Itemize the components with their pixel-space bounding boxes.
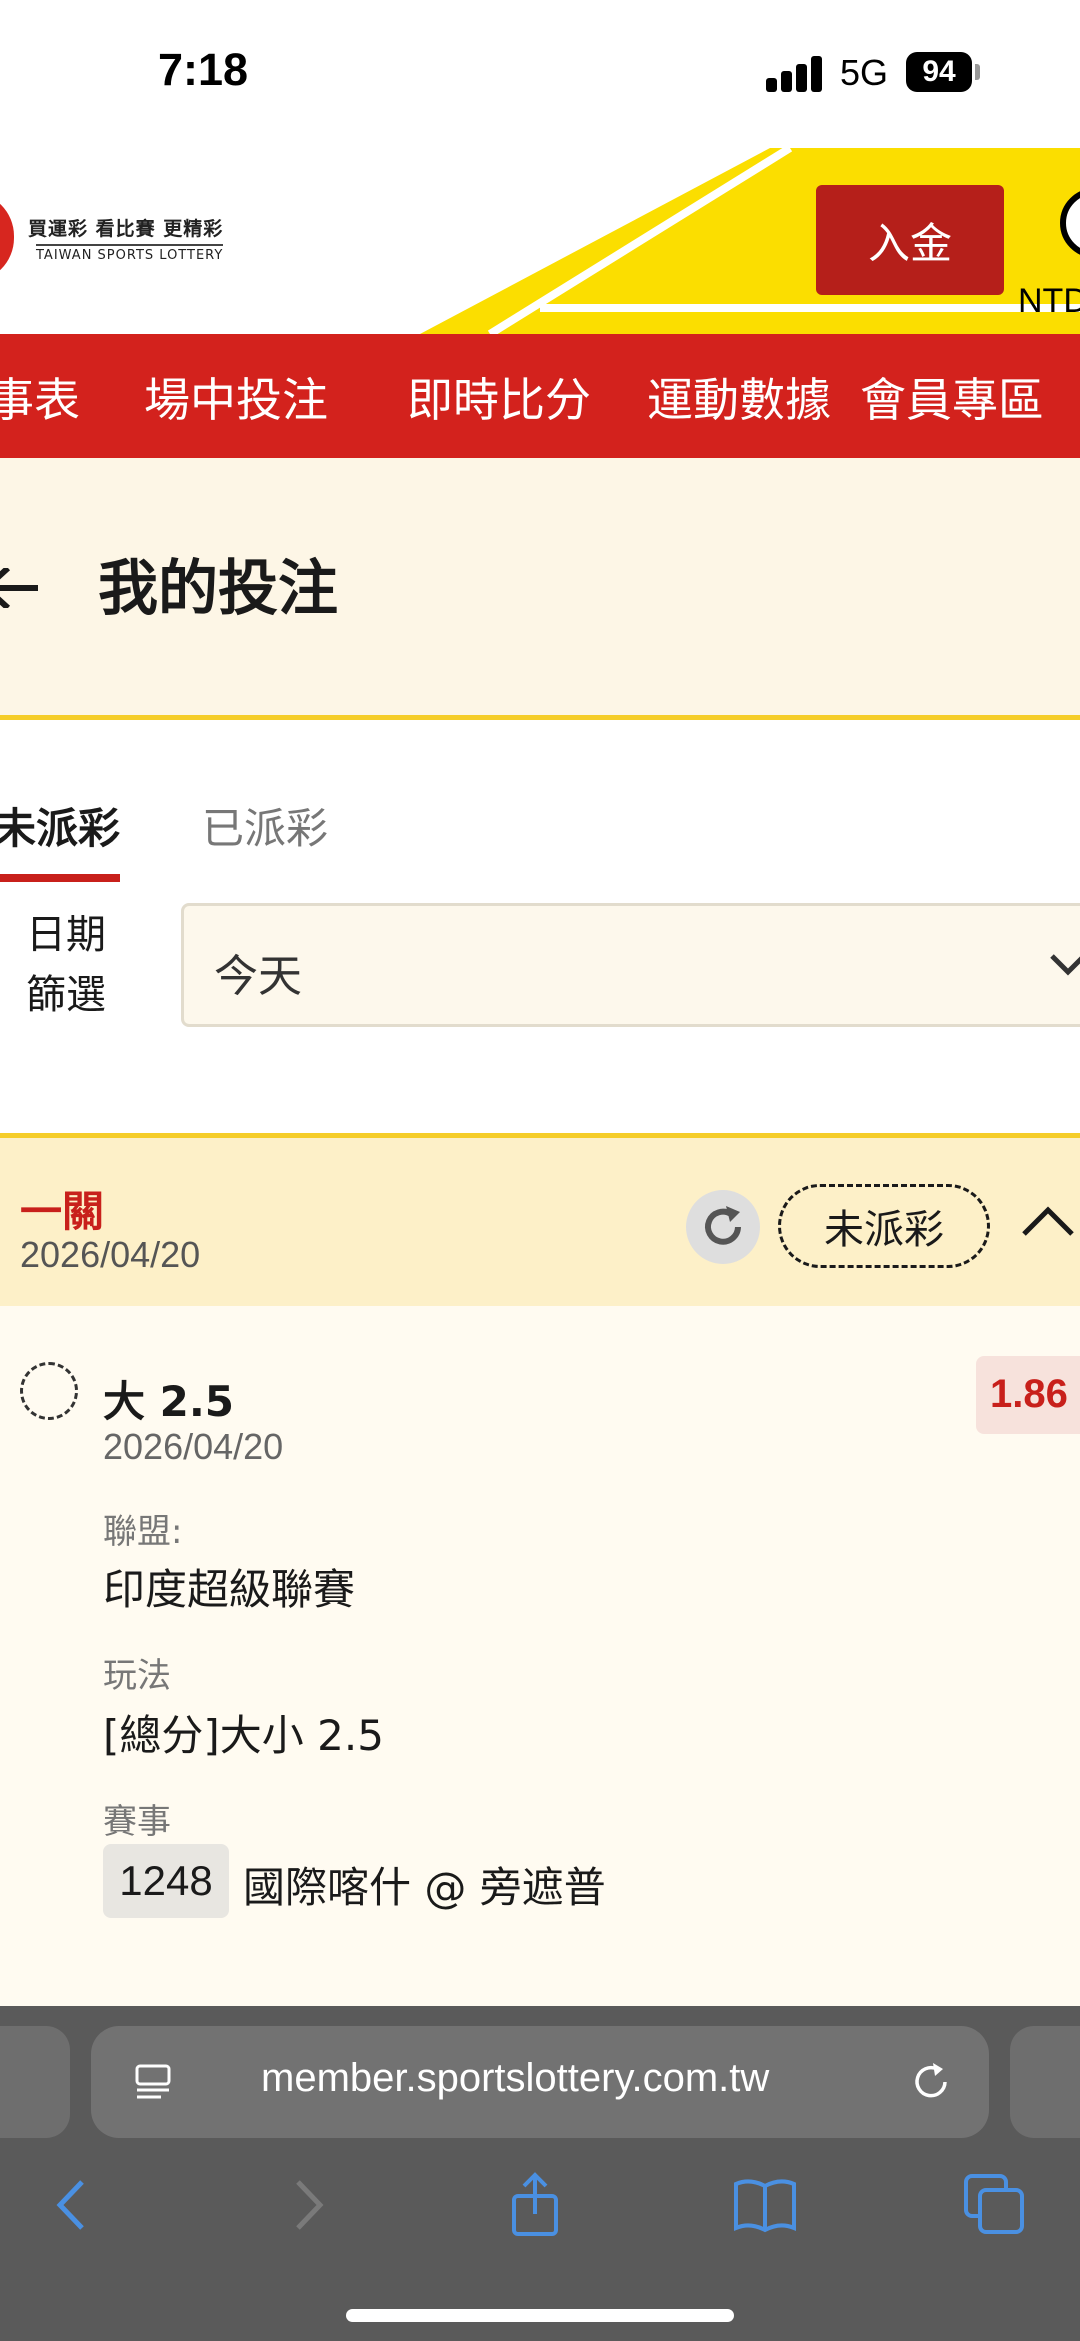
forward-icon[interactable] bbox=[272, 2170, 342, 2240]
nav-item-sports-data[interactable]: 運動數據 bbox=[647, 364, 831, 430]
league-value: 印度超級聯賽 bbox=[103, 1565, 356, 1614]
bet-type: 一關 bbox=[20, 1187, 105, 1236]
tab-unsettled[interactable]: 未派彩 bbox=[0, 795, 121, 882]
address-bar[interactable]: member.sportslottery.com.tw bbox=[91, 2026, 989, 2138]
refresh-icon bbox=[705, 1206, 741, 1245]
refresh-button[interactable] bbox=[686, 1190, 760, 1264]
nav-item-member-area[interactable]: 會員專區 bbox=[860, 364, 1044, 430]
event-label: 賽事 bbox=[103, 1802, 171, 1842]
play-type-label: 玩法 bbox=[103, 1656, 171, 1696]
deposit-button[interactable]: 入金 bbox=[816, 185, 1004, 295]
chevron-up-icon[interactable] bbox=[1020, 1200, 1076, 1244]
selection-date: 2026/04/20 bbox=[103, 1426, 284, 1467]
league-label: 聯盟: bbox=[103, 1512, 183, 1552]
reader-icon[interactable] bbox=[133, 2062, 173, 2102]
status-bar: 7:18 5G 94 bbox=[0, 0, 1080, 148]
currency-label: NTD bbox=[1018, 282, 1080, 320]
main-nav: 事表 場中投注 即時比分 運動數據 會員專區 bbox=[0, 334, 1080, 458]
back-arrow-icon[interactable] bbox=[0, 568, 42, 608]
date-filter-value: 今天 bbox=[214, 951, 302, 1002]
next-tab-preview[interactable] bbox=[1010, 2026, 1080, 2138]
nav-item-live-betting[interactable]: 場中投注 bbox=[144, 364, 328, 430]
event-code-badge: 1248 bbox=[103, 1844, 229, 1918]
bet-status-tabs: 未派彩 已派彩 bbox=[0, 725, 1080, 882]
status-badge: 未派彩 bbox=[778, 1184, 990, 1268]
date-filter-select[interactable]: 今天 bbox=[181, 903, 1080, 1027]
bookmarks-icon[interactable] bbox=[730, 2170, 800, 2240]
bet-card-body: 大 2.5 1.86 2026/04/20 聯盟: 印度超級聯賽 玩法 [總分]… bbox=[0, 1306, 1080, 2006]
play-type-value: [總分]大小 2.5 bbox=[103, 1711, 384, 1760]
tab-settled[interactable]: 已派彩 bbox=[202, 795, 328, 856]
reload-icon[interactable] bbox=[909, 2060, 953, 2104]
date-filter-label-line1: 日期 bbox=[26, 912, 106, 958]
home-indicator[interactable] bbox=[346, 2309, 734, 2322]
event-teams: 國際喀什 @ 旁遮普 bbox=[243, 1863, 606, 1912]
back-icon[interactable] bbox=[38, 2170, 108, 2240]
previous-tab-preview[interactable] bbox=[0, 2026, 70, 2138]
odds-badge: 1.86 bbox=[976, 1356, 1080, 1434]
date-filter-label: 日期 篩選 bbox=[26, 905, 106, 1025]
signal-icon bbox=[766, 56, 824, 92]
tabs-icon[interactable] bbox=[960, 2170, 1030, 2240]
share-icon[interactable] bbox=[500, 2170, 570, 2240]
battery-tip bbox=[975, 64, 980, 80]
url-text: member.sportslottery.com.tw bbox=[261, 2056, 770, 2100]
pending-status-icon bbox=[20, 1362, 78, 1420]
nav-item-schedule[interactable]: 事表 bbox=[0, 364, 80, 430]
battery-icon: 94 bbox=[906, 52, 972, 92]
browser-toolbar: member.sportslottery.com.tw bbox=[0, 2006, 1080, 2341]
selection-name: 大 2.5 bbox=[103, 1377, 235, 1426]
date-filter-label-line2: 篩選 bbox=[26, 972, 106, 1018]
page-title: 我的投注 bbox=[98, 554, 338, 624]
chevron-down-icon bbox=[1050, 954, 1080, 976]
site-header: 買運彩 看比賽 更精彩 TAIWAN SPORTS LOTTERY 入金 NTD bbox=[0, 148, 1080, 334]
logo-subtitle: TAIWAN SPORTS LOTTERY bbox=[36, 244, 224, 263]
nav-item-live-scores[interactable]: 即時比分 bbox=[407, 364, 591, 430]
network-label: 5G bbox=[840, 52, 889, 93]
logo-tagline: 買運彩 看比賽 更精彩 bbox=[28, 218, 224, 240]
bet-card-header[interactable]: 一關 2026/04/20 未派彩 bbox=[0, 1138, 1080, 1306]
title-section: 我的投注 bbox=[0, 458, 1080, 720]
bet-date: 2026/04/20 bbox=[20, 1234, 201, 1275]
status-time: 7:18 bbox=[158, 44, 249, 95]
